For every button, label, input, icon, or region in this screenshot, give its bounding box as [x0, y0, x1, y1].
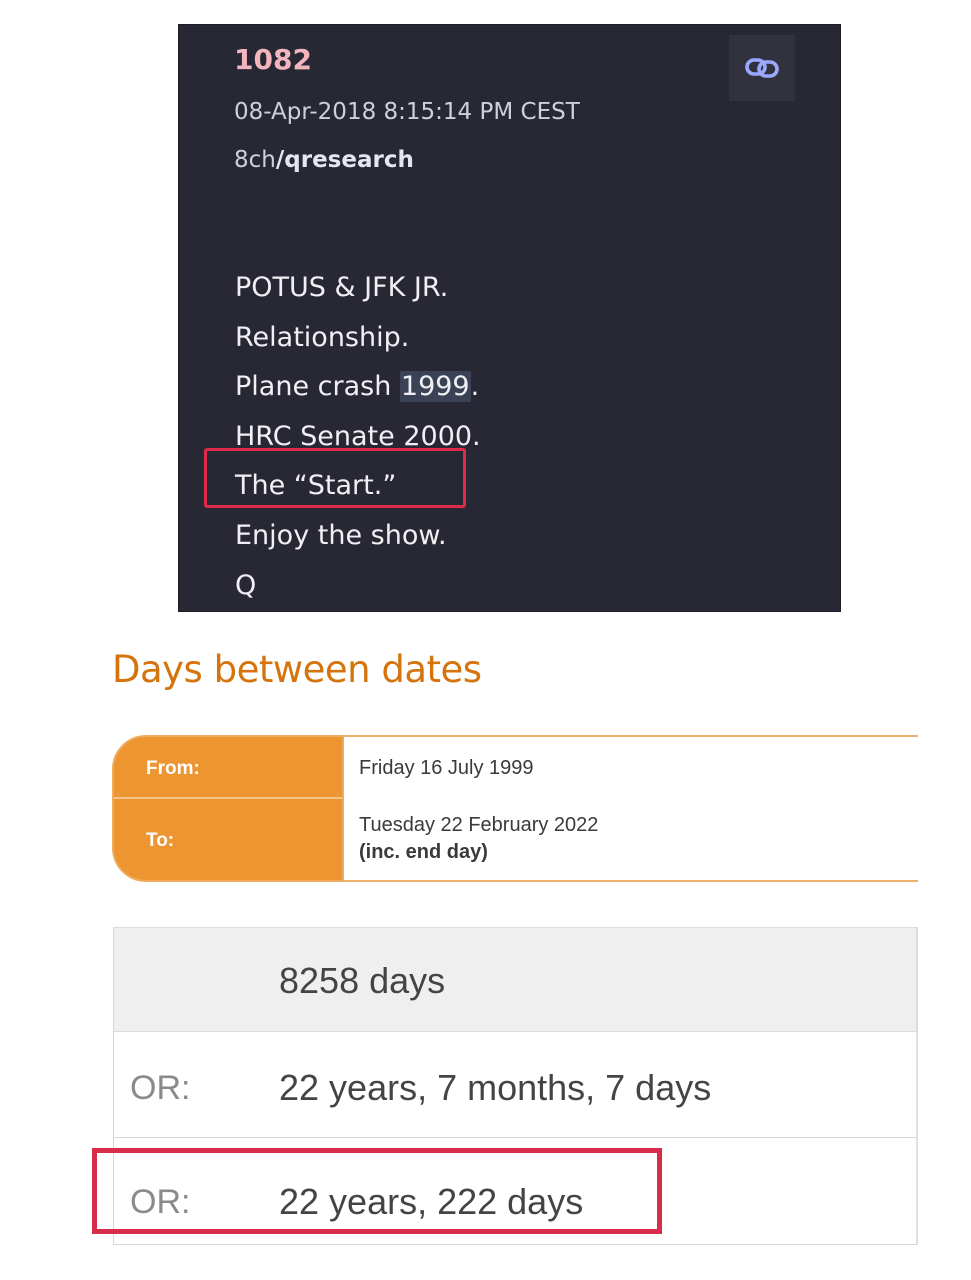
years-months-days-value: 22 years, 7 months, 7 days: [279, 1067, 712, 1108]
post-line: Relationship.: [235, 321, 410, 353]
post-line: Enjoy the show.: [235, 519, 447, 551]
label-divider: [114, 797, 342, 799]
to-date-text: Tuesday 22 February 2022: [359, 814, 599, 836]
link-icon: [745, 58, 779, 78]
post-line: Q: [235, 569, 257, 601]
or-label: OR:: [130, 1069, 191, 1107]
board-prefix: 8ch: [234, 147, 276, 173]
board-name: /qresearch: [275, 147, 414, 173]
post-timestamp: 08-Apr-2018 8:15:14 PM CEST: [234, 99, 580, 125]
highlighted-text: 1999: [399, 371, 471, 403]
total-days-value: 8258 days: [279, 960, 446, 1001]
post-number[interactable]: 1082: [234, 43, 312, 77]
post-line: Plane crash 1999.: [235, 371, 480, 403]
date-values-column: Friday 16 July 1999 Tuesday 22 February …: [344, 735, 918, 882]
result-row-ymd: OR: 22 years, 7 months, 7 days: [114, 1032, 918, 1138]
end-day-note: (inc. end day): [359, 841, 488, 863]
permalink-button[interactable]: [729, 35, 795, 101]
from-label: From:: [146, 758, 200, 779]
post-board[interactable]: 8ch/qresearch: [234, 145, 414, 175]
annotation-box-result: [92, 1148, 662, 1234]
result-row-total: 8258 days: [114, 927, 918, 1032]
date-labels-column: From: To:: [112, 735, 344, 882]
date-range-table: From: To: Friday 16 July 1999 Tuesday 22…: [112, 735, 918, 882]
calculator-title: Days between dates: [112, 648, 482, 691]
from-date-value: Friday 16 July 1999: [359, 757, 534, 779]
post-card: 1082 08-Apr-2018 8:15:14 PM CEST 8ch/qre…: [178, 24, 841, 612]
post-line: POTUS & JFK JR.: [235, 272, 449, 303]
post-body: POTUS & JFK JR. Relationship. Plane cras…: [235, 263, 795, 610]
to-label: To:: [146, 830, 175, 851]
annotation-box-start: [204, 448, 466, 508]
to-date-value: Tuesday 22 February 2022 (inc. end day): [359, 812, 598, 866]
